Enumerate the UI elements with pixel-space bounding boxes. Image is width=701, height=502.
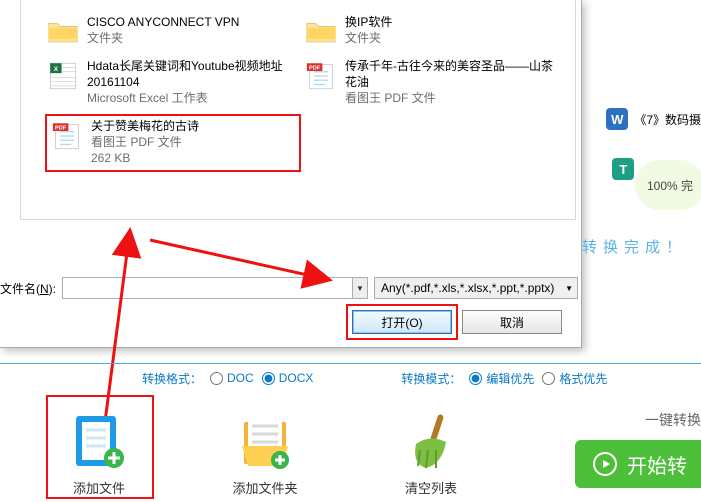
file-open-dialog: 系统文件夹 CISCO ANYCONNECT VPN 文件夹 X Hd <box>0 0 582 348</box>
result-item-word[interactable]: W 《7》数码摄 <box>606 108 701 130</box>
radio-mode-style[interactable]: 格式优先 <box>542 370 607 387</box>
progress-bubble: 100% 完 <box>635 160 701 210</box>
radio-mode-edit[interactable]: 编辑优先 <box>469 370 534 387</box>
file-name: 传承千年-古往今来的美容圣品——山茶花油 <box>345 58 559 90</box>
filename-input[interactable] <box>62 277 352 299</box>
file-item-selected[interactable]: PDF 关于赞美梅花的古诗 看图王 PDF 文件 262 KB <box>45 114 301 172</box>
file-item[interactable]: 系统文件夹 <box>303 0 559 6</box>
file-type: Microsoft Excel 工作表 <box>87 90 301 106</box>
computer-icon <box>303 0 339 6</box>
file-name: 关于赞美梅花的古诗 <box>91 118 199 134</box>
file-type: 文件夹 <box>87 30 239 46</box>
pdf-icon: PDF <box>49 118 85 154</box>
file-type: 看图王 PDF 文件 <box>345 90 559 106</box>
file-item[interactable]: PDF 传承千年-古往今来的美容圣品——山茶花油 看图王 PDF 文件 <box>303 58 559 106</box>
annotation-highlight <box>46 395 154 499</box>
svg-text:PDF: PDF <box>309 66 321 72</box>
open-button[interactable]: 打开(O) <box>352 310 452 334</box>
add-folder-icon <box>234 410 296 472</box>
radio-doc[interactable]: DOC <box>210 371 254 385</box>
file-item[interactable]: CISCO ANYCONNECT VPN 文件夹 <box>45 14 301 50</box>
options-row: 转换格式： DOC DOCX 转换模式： 编辑优先 格式优先 <box>0 364 701 392</box>
folder-icon <box>45 14 81 50</box>
file-name: Hdata长尾关键词和Youtube视频地址20161104 <box>87 58 301 90</box>
pdf-icon: PDF <box>303 58 339 94</box>
onekey-label: 一键转换 <box>645 410 701 430</box>
chevron-down-icon: ▼ <box>565 284 573 293</box>
radio-docx[interactable]: DOCX <box>262 371 314 385</box>
filename-label: 文件名(N): <box>0 280 62 297</box>
broom-icon <box>400 410 462 472</box>
mode-label: 转换模式： <box>401 370 461 387</box>
status-done: 转换完成！ <box>582 236 687 257</box>
svg-text:PDF: PDF <box>55 126 67 132</box>
computer-icon <box>45 0 81 6</box>
file-type: 看图王 PDF 文件 <box>91 134 199 150</box>
format-label: 转换格式： <box>142 370 202 387</box>
filename-dropdown-icon[interactable]: ▼ <box>352 277 368 299</box>
filename-row: 文件名(N): ▼ Any(*.pdf,*.xls,*.xlsx,*.ppt,*… <box>0 277 578 299</box>
svg-text:X: X <box>54 66 59 73</box>
result-title: 《7》数码摄 <box>634 111 701 128</box>
file-list[interactable]: 系统文件夹 CISCO ANYCONNECT VPN 文件夹 X Hd <box>20 0 576 220</box>
tool-caption: 清空列表 <box>405 478 457 497</box>
file-size: 262 KB <box>91 150 199 166</box>
file-type-filter[interactable]: Any(*.pdf,*.xls,*.xlsx,*.ppt,*.pptx) ▼ <box>374 277 578 299</box>
folder-icon <box>303 14 339 50</box>
file-name: CISCO ANYCONNECT VPN <box>87 14 239 30</box>
add-folder-button[interactable]: 添加文件夹 <box>222 410 308 497</box>
tool-caption: 添加文件夹 <box>232 478 297 497</box>
file-item[interactable]: 换IP软件 文件夹 <box>303 14 559 50</box>
file-item[interactable]: X Hdata长尾关键词和Youtube视频地址20161104 Microso… <box>45 58 301 106</box>
filter-text: Any(*.pdf,*.xls,*.xlsx,*.ppt,*.pptx) <box>381 281 554 295</box>
file-name: 换IP软件 <box>345 14 392 30</box>
clear-list-button[interactable]: 清空列表 <box>388 410 474 497</box>
cancel-button[interactable]: 取消 <box>462 310 562 334</box>
play-icon <box>593 452 617 476</box>
text-icon: T <box>612 158 634 180</box>
start-convert-button[interactable]: 开始转 <box>575 440 701 488</box>
word-icon: W <box>606 108 628 130</box>
file-type: 文件夹 <box>345 30 392 46</box>
file-item[interactable]: 系统文件夹 <box>45 0 301 6</box>
excel-icon: X <box>45 58 81 94</box>
